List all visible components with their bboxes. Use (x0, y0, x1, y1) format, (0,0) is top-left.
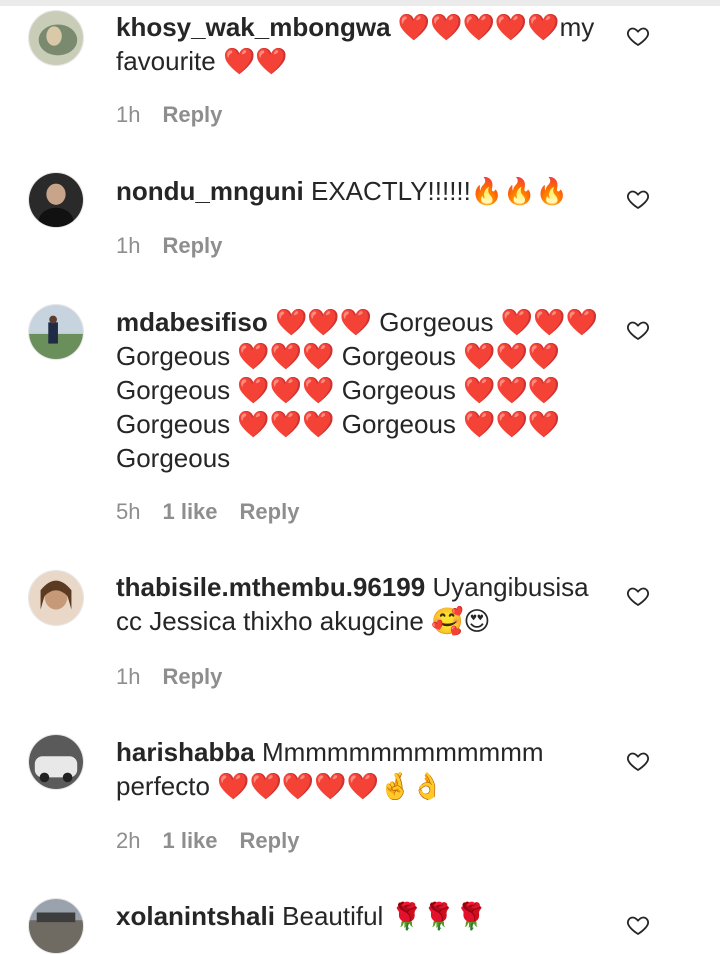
comment-text: nondu_mnguni EXACTLY!!!!!!🔥🔥🔥 (116, 174, 604, 208)
comment-username[interactable]: nondu_mnguni (116, 176, 304, 206)
likes-count[interactable]: 1 like (162, 498, 217, 526)
comment-username[interactable]: mdabesifiso (116, 307, 268, 337)
avatar[interactable] (28, 898, 84, 954)
comment-time: 1h (116, 664, 141, 689)
like-heart-icon[interactable] (626, 187, 650, 211)
like-heart-icon[interactable] (626, 749, 650, 773)
comment-username[interactable]: xolanintshali (116, 901, 275, 931)
comment-meta: 2h 1 like Reply (116, 827, 299, 855)
comment-text: harishabba Mmmmmmmmmmmmm perfecto ❤️❤️❤️… (116, 735, 604, 803)
comment-text: mdabesifiso ❤️❤️❤️ Gorgeous ❤️❤️❤️ Gorge… (116, 305, 604, 475)
like-heart-icon[interactable] (626, 584, 650, 608)
comment-text: thabisile.mthembu.96199 Uyangibusisa cc … (116, 570, 604, 638)
top-divider (0, 0, 720, 6)
avatar[interactable] (28, 172, 84, 228)
reply-button[interactable]: Reply (240, 498, 300, 526)
reply-button[interactable]: Reply (162, 663, 222, 691)
comment-meta: 1h Reply (116, 232, 222, 260)
comment-body: Beautiful 🌹🌹🌹 (282, 901, 488, 931)
avatar[interactable] (28, 304, 84, 360)
reply-button[interactable]: Reply (162, 232, 222, 260)
avatar[interactable] (28, 570, 84, 626)
comment-text: xolanintshali Beautiful 🌹🌹🌹 (116, 899, 604, 933)
comment-meta: 5h 1 like Reply (116, 498, 299, 526)
likes-count[interactable]: 1 like (162, 827, 217, 855)
comment-time: 1h (116, 233, 141, 258)
like-heart-icon[interactable] (626, 24, 650, 48)
comment-text: khosy_wak_mbongwa ❤️❤️❤️❤️❤️my favourite… (116, 10, 604, 78)
comment-meta: 1h Reply (116, 663, 222, 691)
comment-username[interactable]: harishabba (116, 737, 255, 767)
avatar[interactable] (28, 734, 84, 790)
comment-time: 5h (116, 499, 141, 524)
reply-button[interactable]: Reply (240, 827, 300, 855)
comment-username[interactable]: thabisile.mthembu.96199 (116, 572, 425, 602)
comment-username[interactable]: khosy_wak_mbongwa (116, 12, 391, 42)
like-heart-icon[interactable] (626, 913, 650, 937)
reply-button[interactable]: Reply (162, 101, 222, 129)
comment-meta: 1h Reply (116, 101, 222, 129)
avatar[interactable] (28, 10, 84, 66)
comment-time: 1h (116, 102, 141, 127)
comment-body: EXACTLY!!!!!!🔥🔥🔥 (310, 176, 569, 206)
like-heart-icon[interactable] (626, 318, 650, 342)
comment-time: 2h (116, 828, 141, 853)
